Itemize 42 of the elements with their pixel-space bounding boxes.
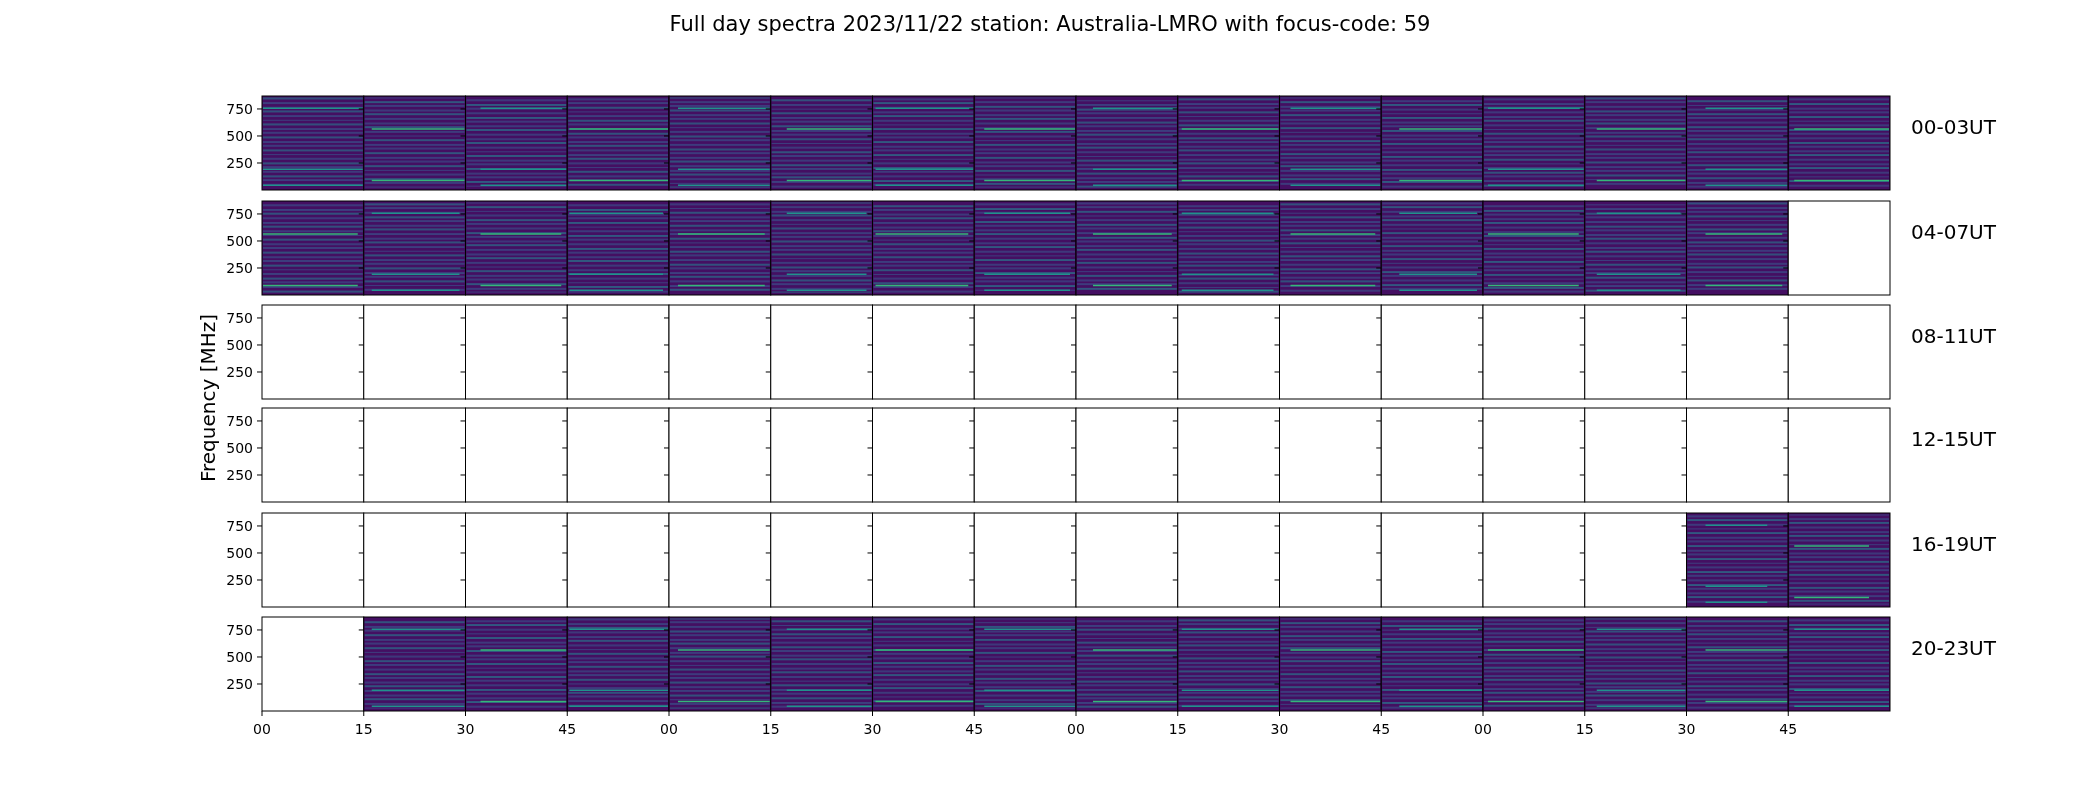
y-tick-label: 250 [226,467,253,483]
x-tick-label: 30 [456,721,475,737]
x-tick-label: 15 [1168,721,1187,737]
row-time-label: 08-11UT [1911,324,1996,348]
y-tick-label: 500 [226,649,253,665]
y-tick-label: 500 [226,233,253,249]
y-tick-label: 750 [226,621,253,638]
x-tick-label: 00 [660,721,678,737]
row-time-label: 00-03UT [1911,115,1996,139]
x-tick-label: 30 [1677,721,1696,737]
x-tick-label: 45 [965,721,984,737]
y-tick-label: 250 [226,155,253,171]
x-tick-label: 45 [558,721,577,737]
y-tick-label: 750 [226,412,253,429]
row-time-label: 20-23UT [1911,636,1996,660]
row-time-label: 04-07UT [1911,220,1996,244]
y-tick-label: 500 [226,545,253,561]
y-tick-label: 500 [226,337,253,353]
y-axis-label: Frequency [MHz] [196,313,220,483]
x-tick-label: 30 [863,721,882,737]
y-tick-label: 750 [226,517,253,534]
row-time-label: 16-19UT [1911,532,1996,556]
y-tick-label: 750 [226,309,253,326]
y-tick-label: 250 [226,676,253,692]
x-tick-label: 15 [1575,721,1594,737]
y-tick-label: 750 [226,100,253,117]
x-tick-label: 45 [1779,721,1798,737]
y-tick-label: 250 [226,260,253,276]
row-time-label: 12-15UT [1911,427,1996,451]
x-tick-label: 00 [253,721,271,737]
y-tick-label: 250 [226,572,253,588]
x-tick-label: 15 [354,721,373,737]
x-tick-label: 15 [761,721,780,737]
x-tick-label: 30 [1270,721,1289,737]
x-tick-label: 00 [1067,721,1085,737]
x-tick-label: 00 [1474,721,1492,737]
y-tick-label: 500 [226,128,253,144]
y-tick-label: 750 [226,205,253,222]
x-tick-label: 45 [1372,721,1391,737]
figure-title: Full day spectra 2023/11/22 station: Australia-LMRO with focus-code: 59 [669,12,1431,36]
y-tick-label: 500 [226,440,253,456]
y-tick-label: 250 [226,364,253,380]
